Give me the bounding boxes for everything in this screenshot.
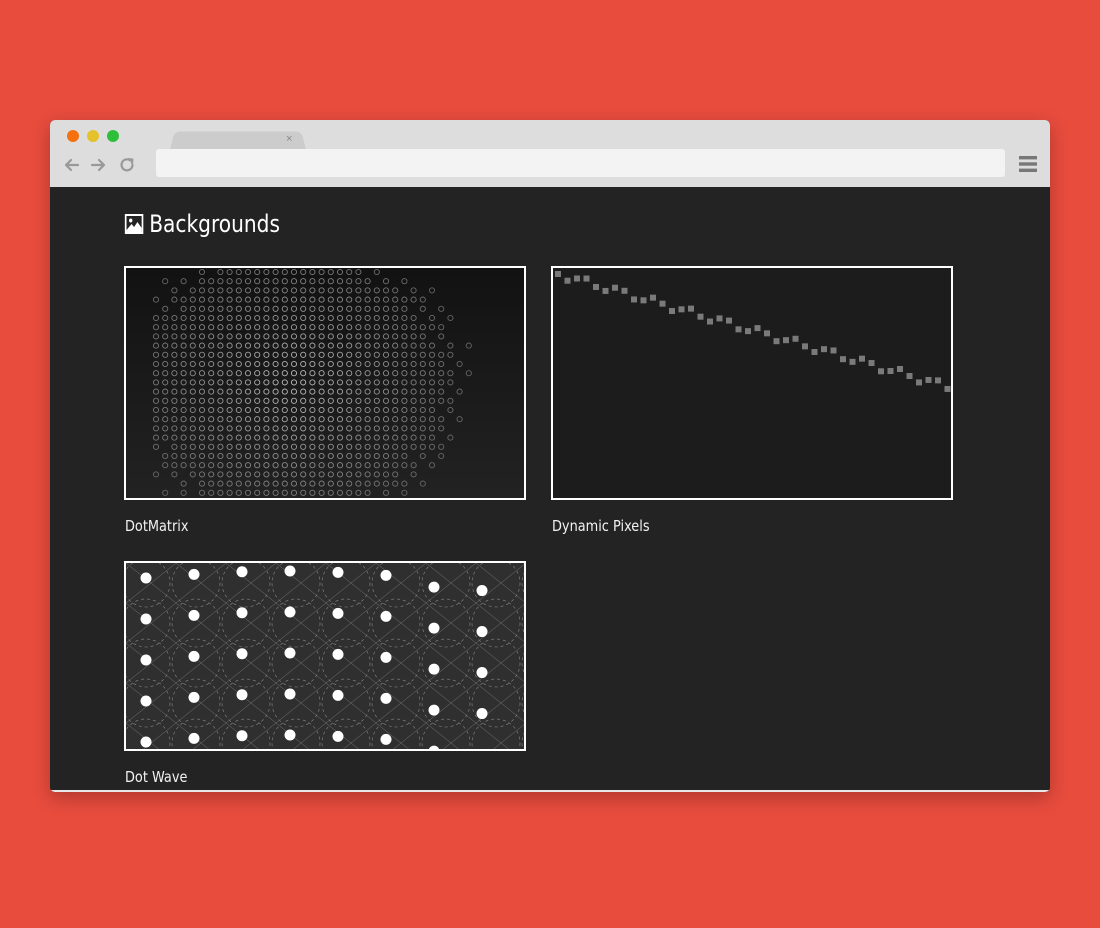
dot-wave-preview[interactable]: [124, 561, 526, 751]
page-title: Backgrounds: [124, 209, 280, 239]
tab-close-icon[interactable]: ×: [286, 132, 292, 146]
close-window-button[interactable]: [67, 130, 79, 142]
forward-arrow-icon[interactable]: [89, 156, 107, 174]
image-icon: [124, 213, 144, 235]
hamburger-menu-icon[interactable]: [1018, 154, 1038, 174]
address-bar[interactable]: [156, 149, 1005, 177]
card-label-dotmatrix[interactable]: DotMatrix: [125, 517, 189, 535]
window-bottom-edge: [50, 790, 1050, 792]
dot-matrix-preview[interactable]: [124, 266, 526, 500]
card-label-dynamic-pixels[interactable]: Dynamic Pixels: [552, 517, 650, 535]
page-title-text: Backgrounds: [149, 210, 280, 238]
browser-chrome: ×: [50, 120, 1050, 187]
maximize-window-button[interactable]: [107, 130, 119, 142]
back-arrow-icon[interactable]: [63, 156, 81, 174]
browser-window: × Backgrounds DotMatrix Dynamic Pixels D…: [50, 120, 1050, 792]
page-content: Backgrounds DotMatrix Dynamic Pixels Dot…: [50, 187, 1050, 790]
card-label-dot-wave[interactable]: Dot Wave: [125, 768, 187, 786]
dynamic-pixels-preview[interactable]: [551, 266, 953, 500]
minimize-window-button[interactable]: [87, 130, 99, 142]
reload-icon[interactable]: [118, 156, 136, 174]
